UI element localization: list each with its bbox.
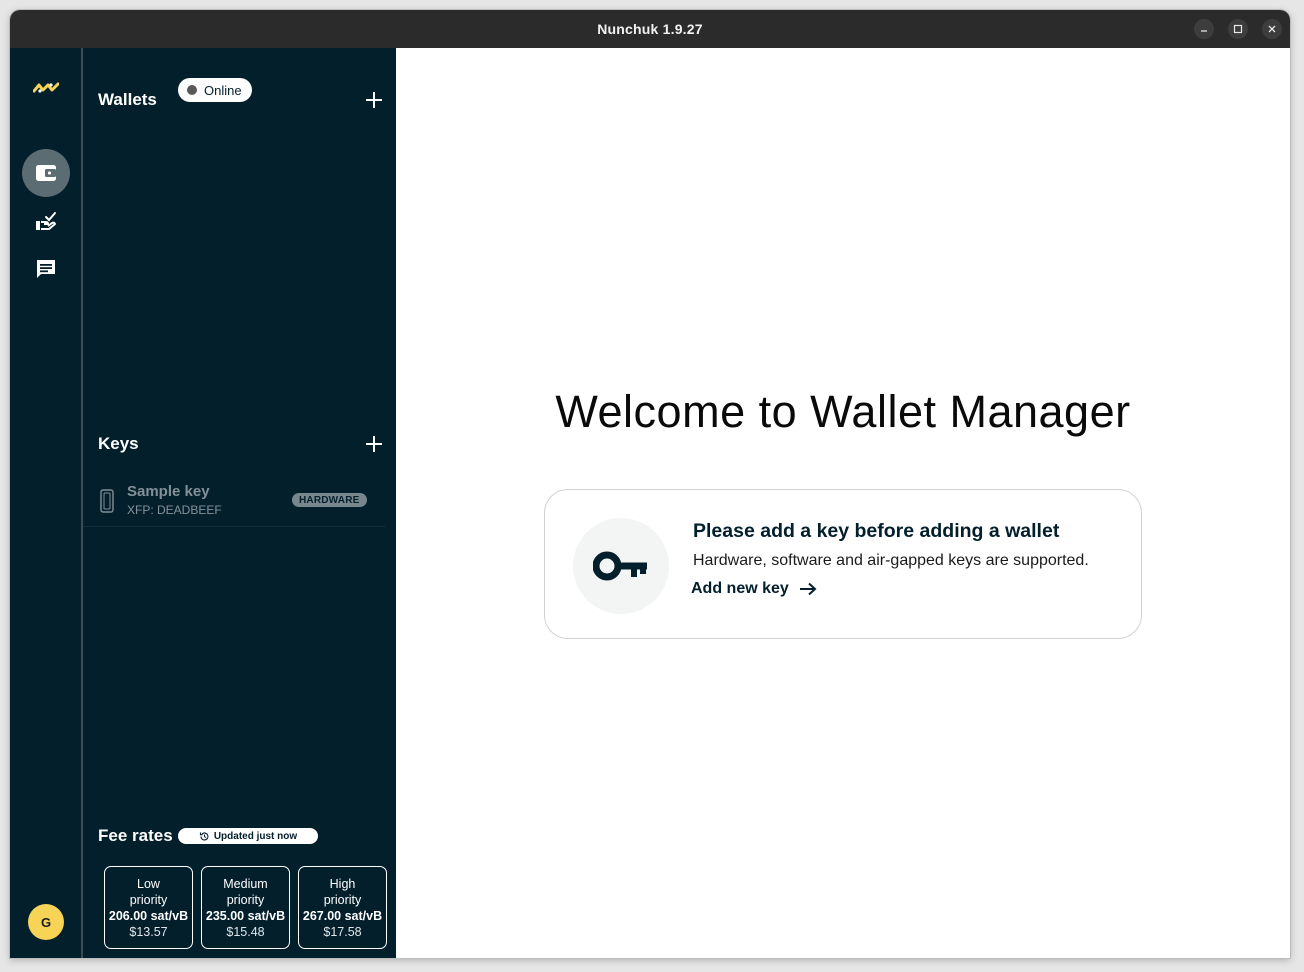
add-key-button[interactable]: [364, 434, 384, 454]
key-type-badge: HARDWARE: [292, 493, 367, 507]
fee-card-medium: Medium priority 235.00 sat/vB $15.48: [201, 866, 290, 949]
fee-rates-title: Fee rates: [98, 826, 173, 845]
plus-icon: [366, 436, 382, 452]
main-content: Welcome to Wallet Manager Please add a k…: [396, 48, 1290, 958]
key-icon: [593, 551, 647, 581]
history-icon: [199, 831, 209, 840]
nav-services[interactable]: [22, 197, 70, 245]
key-xfp: XFP: DEADBEEF: [127, 503, 222, 517]
minimize-button[interactable]: [1194, 19, 1214, 39]
wallets-title: Wallets: [98, 90, 157, 109]
fee-label-line1: Low: [137, 877, 160, 891]
online-status-badge: Online: [178, 78, 252, 102]
fee-updated-badge: Updated just now: [178, 828, 318, 844]
card-title: Please add a key before adding a wallet: [693, 520, 1060, 542]
nunchuk-logo[interactable]: [32, 81, 60, 99]
fee-label-line2: priority: [129, 893, 168, 907]
add-key-prompt-card: Please add a key before adding a wallet …: [544, 489, 1142, 639]
fee-rate: 267.00 sat/vB: [302, 909, 383, 923]
plus-icon: [366, 92, 382, 108]
arrow-right-icon: [799, 582, 817, 596]
status-dot-icon: [187, 85, 197, 95]
fee-card-low: Low priority 206.00 sat/vB $13.57: [104, 866, 193, 949]
key-icon-circle: [573, 518, 669, 614]
fee-updated-label: Updated just now: [213, 830, 298, 842]
window-title: Nunchuk 1.9.27: [597, 21, 703, 37]
fee-rate: 235.00 sat/vB: [205, 909, 286, 923]
add-new-key-link[interactable]: Add new key: [691, 580, 817, 598]
maximize-icon: [1233, 24, 1243, 34]
fee-rate: 206.00 sat/vB: [108, 909, 189, 923]
sidebar-panel: Wallets Online Keys Sample key XFP: DEAD…: [83, 48, 396, 958]
title-bar[interactable]: Nunchuk 1.9.27: [10, 10, 1290, 48]
app-window: Nunchuk 1.9.27 G Wallets Online Keys Sam…: [10, 10, 1290, 958]
card-description: Hardware, software and air-gapped keys a…: [693, 552, 1089, 569]
add-new-key-label: Add new key: [691, 580, 789, 597]
keys-title: Keys: [98, 434, 139, 453]
key-list-item[interactable]: Sample key XFP: DEADBEEF HARDWARE: [83, 468, 386, 527]
nav-wallets[interactable]: [22, 149, 70, 197]
fee-label-line2: priority: [226, 893, 265, 907]
fee-usd: $17.58: [323, 925, 362, 939]
minimize-icon: [1201, 30, 1207, 32]
welcome-heading: Welcome to Wallet Manager: [555, 386, 1131, 437]
fee-card-high: High priority 267.00 sat/vB $17.58: [298, 866, 387, 949]
hand-check-icon: [36, 212, 56, 230]
fee-label-line1: Medium: [223, 877, 268, 891]
key-name: Sample key: [127, 483, 210, 500]
fee-label-line2: priority: [323, 893, 362, 907]
fee-label-line1: High: [329, 877, 356, 891]
add-wallet-button[interactable]: [364, 90, 384, 110]
online-status-label: Online: [204, 82, 242, 98]
close-button[interactable]: [1262, 19, 1282, 39]
maximize-button[interactable]: [1228, 19, 1248, 39]
navigation-rail: G: [10, 48, 81, 958]
close-icon: [1268, 25, 1276, 33]
chat-icon: [37, 260, 55, 278]
wallet-icon: [36, 165, 56, 181]
fee-usd: $15.48: [226, 925, 265, 939]
nav-messages[interactable]: [22, 245, 70, 293]
fee-usd: $13.57: [129, 925, 168, 939]
user-avatar[interactable]: G: [28, 904, 64, 940]
hardware-device-icon: [100, 489, 114, 513]
